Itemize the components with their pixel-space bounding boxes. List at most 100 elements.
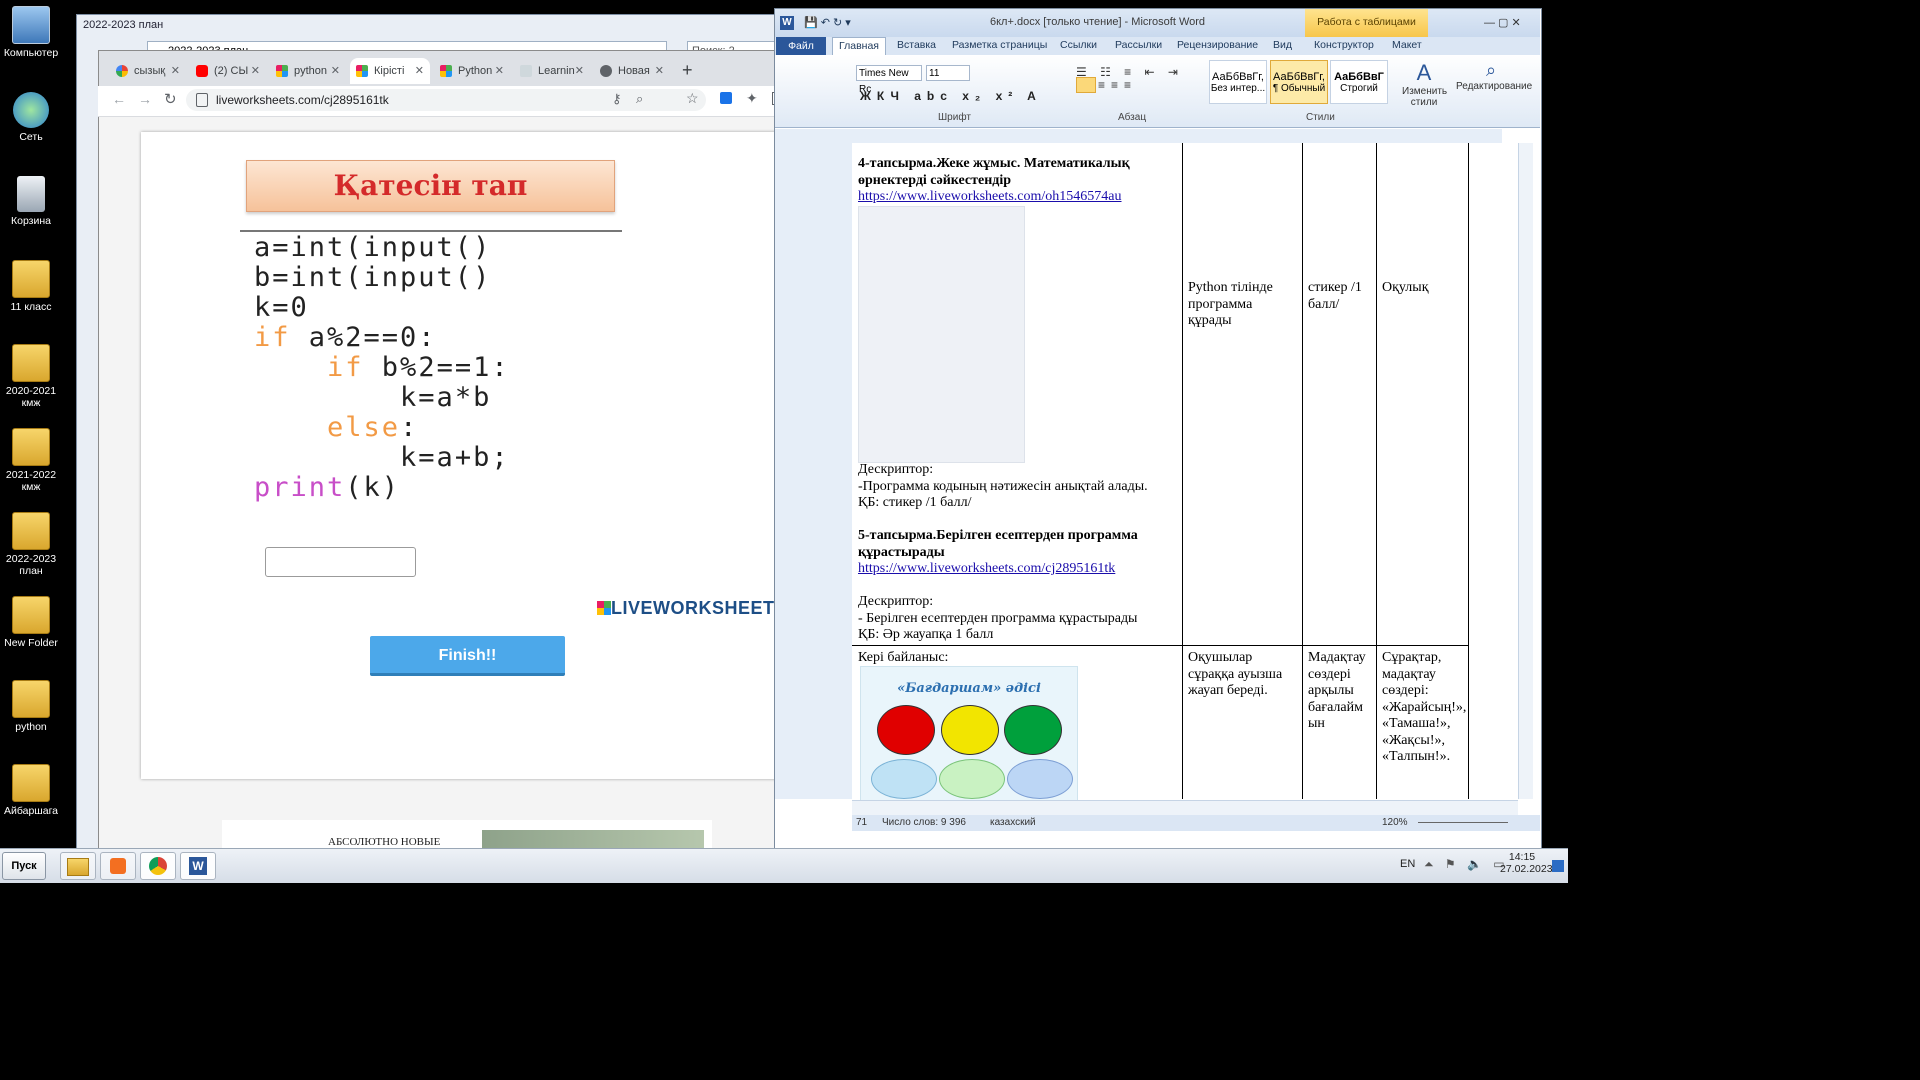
taskbar bbox=[0, 848, 1568, 883]
code-text: k=0 bbox=[254, 292, 309, 323]
finish-button[interactable]: Finish!! bbox=[370, 636, 565, 676]
close-icon[interactable]: ✕ bbox=[331, 58, 340, 84]
reload-icon[interactable]: ↻ bbox=[164, 90, 177, 108]
tab-view[interactable]: Вид bbox=[1273, 39, 1292, 51]
folder-icon bbox=[12, 344, 50, 382]
tray-icons[interactable]: ⏶ ⚑ 🔈 ▭ bbox=[1424, 857, 1509, 872]
tab-youtube[interactable]: (2) СЫ ✕ bbox=[190, 58, 266, 84]
document-hscrollbar[interactable] bbox=[852, 800, 1518, 815]
tab-google[interactable]: сызық ✕ bbox=[110, 58, 186, 84]
folder-icon bbox=[12, 260, 50, 298]
zoom-icon[interactable]: ⌕ bbox=[636, 91, 643, 107]
start-button[interactable]: Пуск bbox=[2, 852, 46, 880]
taskbar-chrome[interactable] bbox=[140, 852, 176, 880]
status-words[interactable]: Число слов: 9 396 bbox=[882, 815, 966, 831]
font-name-select[interactable]: Times New Rc bbox=[856, 65, 922, 95]
code-image: a=int(input() b=int(input() k=0 if a%2==0: … bbox=[254, 233, 510, 503]
green-circle bbox=[1004, 705, 1062, 755]
ad-banner[interactable]: АБСОЛЮТНО НОВЫЕ bbox=[222, 820, 712, 848]
language-indicator[interactable]: EN bbox=[1400, 858, 1415, 870]
tab-file[interactable]: Файл bbox=[776, 37, 826, 55]
show-desktop-button[interactable] bbox=[1552, 860, 1564, 872]
zoom-slider[interactable] bbox=[1418, 822, 1508, 823]
style-strong[interactable]: АаБбВвГ Строгий bbox=[1330, 60, 1388, 104]
tab-home[interactable]: Главная bbox=[832, 37, 886, 55]
close-icon[interactable]: ✕ bbox=[655, 58, 664, 84]
network-icon bbox=[13, 92, 49, 128]
task5-title: 5-тапсырма.Берілген есептерден программа… bbox=[858, 528, 1138, 560]
align-left-button[interactable] bbox=[1076, 77, 1096, 93]
clock[interactable]: 14:15 27.02.2023 bbox=[1500, 851, 1553, 875]
font-size-select[interactable]: 11 bbox=[926, 65, 970, 81]
tab-new[interactable]: Новая ✕ bbox=[594, 58, 670, 84]
bookmark-star-icon[interactable]: ☆ bbox=[686, 90, 699, 107]
align-buttons[interactable]: ≡≡≡ bbox=[1098, 78, 1137, 92]
close-icon[interactable]: ✕ bbox=[495, 58, 504, 84]
style-normal[interactable]: АаБбВвГг, ¶ Обычный bbox=[1270, 60, 1328, 104]
taskbar-media-player[interactable] bbox=[100, 852, 136, 880]
status-zoom[interactable]: 120% bbox=[1382, 815, 1408, 831]
task4-link[interactable]: https://www.liveworksheets.com/oh1546574… bbox=[858, 189, 1122, 206]
close-icon[interactable]: ✕ bbox=[251, 58, 260, 84]
tab-page-layout[interactable]: Разметка страницы bbox=[952, 39, 1047, 51]
style-no-spacing[interactable]: АаБбВвГг, Без интер... bbox=[1209, 60, 1267, 104]
tab-design[interactable]: Конструктор bbox=[1314, 39, 1374, 51]
table-border bbox=[1376, 143, 1377, 799]
close-icon[interactable]: ✕ bbox=[415, 58, 424, 84]
tab-references[interactable]: Ссылки bbox=[1060, 39, 1097, 51]
extension-icon[interactable] bbox=[720, 92, 732, 104]
desktop-icon-folder-aibarshaga[interactable]: Айбаршага bbox=[2, 764, 60, 817]
code-text: b%2==1: bbox=[363, 352, 510, 383]
word-icon: W bbox=[189, 857, 207, 875]
tab-liveworksheets-active[interactable]: Кірісті ✕ bbox=[350, 58, 430, 84]
status-language[interactable]: казахский bbox=[990, 815, 1036, 831]
taskbar-word[interactable]: W bbox=[180, 852, 216, 880]
folder-icon bbox=[12, 764, 50, 802]
code-line: b=int(input() bbox=[254, 263, 510, 293]
desktop-icon-network[interactable]: Сеть bbox=[2, 92, 60, 143]
row2-col3: Мадақтау сөздері арқылы бағалайм ын bbox=[1308, 650, 1366, 731]
code-line: if b%2==1: bbox=[254, 353, 510, 383]
word-window-controls[interactable]: — ▢ ✕ bbox=[1484, 16, 1521, 29]
key-icon[interactable]: ⚷ bbox=[612, 91, 622, 107]
tab-mailings[interactable]: Рассылки bbox=[1115, 39, 1162, 51]
puzzle-icon[interactable]: ✦ bbox=[746, 90, 758, 107]
tab-liveworksheets-python[interactable]: python ✕ bbox=[270, 58, 346, 84]
quick-access-toolbar[interactable]: 💾 ↶ ↻ ▾ bbox=[804, 16, 851, 29]
desktop-icon-folder-2021[interactable]: 2021-2022 кмж bbox=[2, 428, 60, 493]
desktop-icon-folder-11-klass[interactable]: 11 класс bbox=[2, 260, 60, 313]
table-border bbox=[1468, 143, 1469, 799]
desktop-icon-recycle-bin[interactable]: Корзина bbox=[2, 176, 60, 227]
desktop-icon-computer[interactable]: Компьютер bbox=[2, 6, 60, 59]
row2-col2: Оқушылар сұраққа ауызша жауап береді. bbox=[1188, 650, 1283, 698]
tab-layout[interactable]: Макет bbox=[1392, 39, 1422, 51]
forward-icon[interactable]: → bbox=[138, 91, 152, 107]
folder-icon bbox=[12, 596, 50, 634]
tab-insert[interactable]: Вставка bbox=[897, 39, 936, 51]
code-line: else: bbox=[254, 413, 510, 443]
desktop-icon-folder-2020[interactable]: 2020-2021 кмж bbox=[2, 344, 60, 409]
desktop-icon-folder-python[interactable]: python bbox=[2, 680, 60, 733]
close-icon[interactable]: ✕ bbox=[171, 58, 180, 84]
document-scrollbar[interactable] bbox=[1518, 143, 1533, 799]
lock-icon[interactable] bbox=[196, 93, 208, 107]
tab-liveworksheets-python-2[interactable]: Python ✕ bbox=[434, 58, 510, 84]
desktop-icon-folder-2022[interactable]: 2022-2023 план bbox=[2, 512, 60, 577]
taskbar-explorer[interactable] bbox=[60, 852, 96, 880]
new-tab-button[interactable]: + bbox=[682, 60, 693, 81]
folder-icon bbox=[12, 680, 50, 718]
change-styles-button[interactable]: A Изменить стили bbox=[1402, 60, 1447, 108]
address-bar[interactable]: liveworksheets.com/cj2895161tk bbox=[186, 89, 706, 111]
tab-review[interactable]: Рецензирование bbox=[1177, 39, 1258, 51]
answer-input[interactable] bbox=[265, 547, 416, 577]
editing-button[interactable]: ⌕ Редактирование bbox=[1456, 60, 1532, 92]
close-icon[interactable]: ✕ bbox=[575, 58, 584, 84]
task5-link[interactable]: https://www.liveworksheets.com/cj2895161… bbox=[858, 561, 1115, 578]
task4-title: 4-тапсырма.Жеке жұмыс. Математикалық өрн… bbox=[858, 156, 1130, 188]
back-icon[interactable]: ← bbox=[112, 91, 126, 107]
cloud-shape bbox=[871, 759, 937, 799]
vertical-ruler bbox=[775, 129, 852, 799]
desktop-icon-new-folder[interactable]: New Folder bbox=[2, 596, 60, 649]
tab-learning[interactable]: Learnin ✕ bbox=[514, 58, 590, 84]
font-format-buttons[interactable]: ЖКЧ abc x₂ x² A bbox=[860, 89, 1042, 103]
